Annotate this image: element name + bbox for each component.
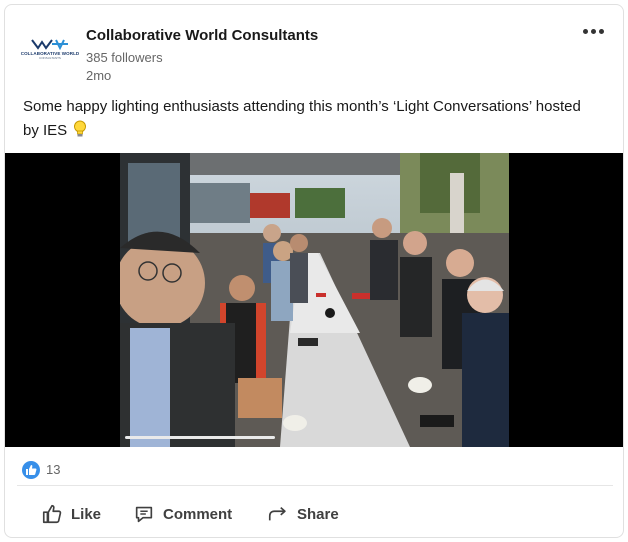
like-icon	[22, 461, 40, 479]
like-button[interactable]: Like	[41, 497, 101, 531]
post-card: COLLABORATIVE WORLD CONSULTANTS Collabor…	[4, 4, 624, 538]
reaction-count: 13	[46, 462, 61, 477]
like-label: Like	[71, 505, 102, 523]
dot-icon	[590, 28, 596, 34]
post-text: Some happy lighting enthusiasts attendin…	[23, 95, 583, 146]
logo-subtext: CONSULTANTS	[39, 56, 61, 60]
reaction-summary[interactable]: 13	[5, 451, 623, 485]
comment-icon	[135, 506, 153, 523]
share-button[interactable]: Share	[267, 497, 339, 531]
video-progress-bar[interactable]	[125, 436, 275, 439]
share-icon	[268, 506, 286, 521]
action-bar: Like Comment Share	[5, 493, 623, 535]
cwc-logo-icon	[31, 39, 68, 50]
dot-icon	[582, 28, 588, 34]
post-header: COLLABORATIVE WORLD CONSULTANTS Collabor…	[5, 5, 623, 93]
share-label: Share	[297, 505, 339, 523]
company-name[interactable]: Collaborative World Consultants	[86, 27, 318, 44]
company-logo[interactable]: COLLABORATIVE WORLD CONSULTANTS	[21, 31, 79, 67]
post-body: Some happy lighting enthusiasts attendin…	[23, 98, 581, 139]
post-time: 2mo	[86, 68, 112, 83]
dot-icon	[598, 28, 604, 34]
post-media-video[interactable]	[5, 153, 623, 447]
follower-count: 385 followers	[86, 50, 163, 65]
light-bulb-icon	[73, 120, 87, 146]
comment-button[interactable]: Comment	[133, 497, 232, 531]
more-options-button[interactable]	[579, 21, 607, 41]
group-photo	[120, 153, 509, 447]
divider	[17, 485, 613, 486]
thumbs-up-icon	[42, 504, 62, 524]
comment-label: Comment	[163, 505, 233, 523]
